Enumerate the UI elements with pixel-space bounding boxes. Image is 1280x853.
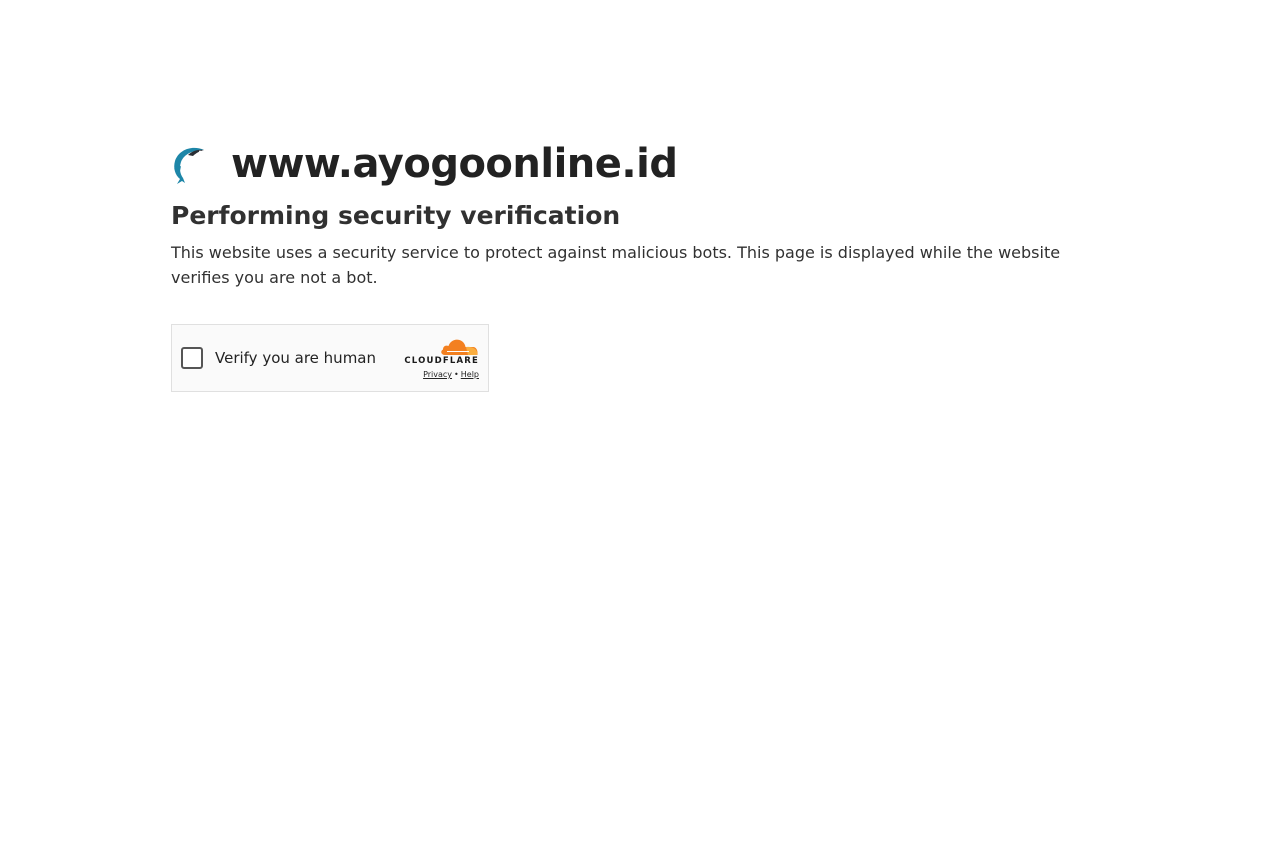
privacy-link[interactable]: Privacy [423,370,452,379]
verification-widget: Verify you are human CLOUDFLARE Privacy •… [171,324,489,392]
link-separator: • [454,370,459,379]
site-name: www.ayogoonline.id [231,141,678,187]
brand-links: Privacy • Help [395,370,479,379]
cloudflare-cloud-icon [441,339,478,355]
dolphin-logo-icon [171,144,207,184]
help-link[interactable]: Help [461,370,479,379]
verify-checkbox[interactable] [181,347,203,369]
verify-label[interactable]: Verify you are human [215,349,376,367]
main-content: www.ayogoonline.id Performing security v… [171,138,1131,392]
cloudflare-brand: CLOUDFLARE Privacy • Help [395,337,479,379]
site-header: www.ayogoonline.id [171,138,1131,190]
page-description: This website uses a security service to … [171,243,1061,287]
cloudflare-wordmark: CLOUDFLARE [404,356,479,366]
page-heading: Performing security verification [171,201,621,230]
